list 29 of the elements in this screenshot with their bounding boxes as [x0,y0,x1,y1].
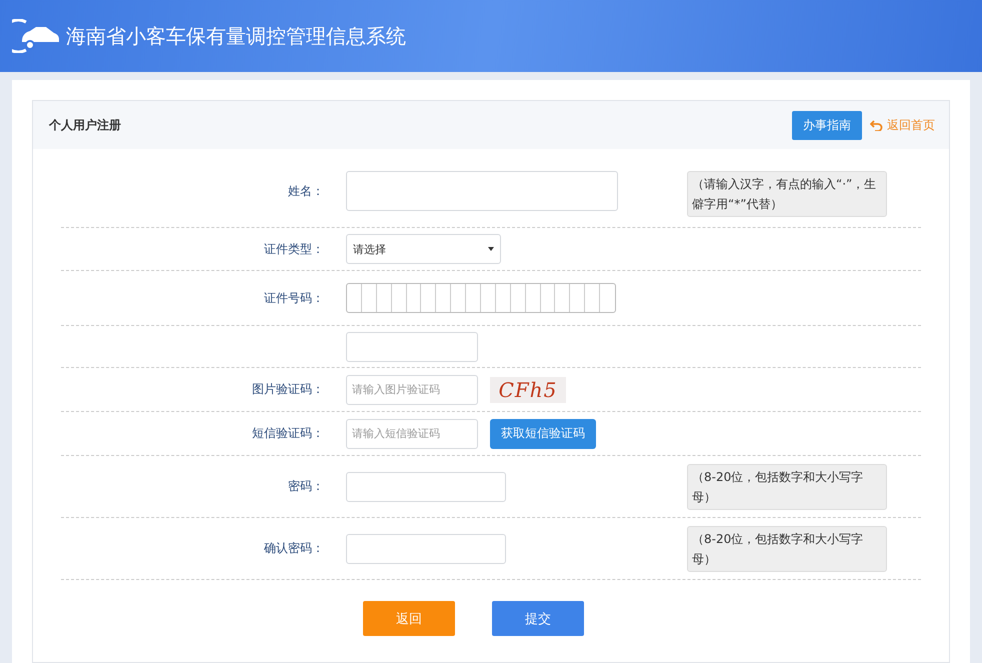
input-field[interactable] [346,171,618,211]
hint-text: （8-20位，包括数字和大小写字母） [687,526,887,572]
field-label: 图片验证码： [251,381,325,398]
field-label: 姓名： [287,183,325,200]
id-number-field[interactable] [346,283,616,313]
field-label: 确认密码： [263,540,325,557]
field-label: 证件号码： [263,290,325,306]
system-title: 海南省小客车保有量调控管理信息系统 [66,22,406,50]
input-field[interactable]: 请输入短信验证码 [346,418,478,448]
input-field[interactable] [346,332,478,362]
select-field[interactable]: 请选择 [346,234,501,264]
car-logo-icon [12,19,60,53]
back-button[interactable]: 返回 [363,601,455,636]
hint-text: （请输入汉字，有点的输入“·”，生僻字用“*”代替） [687,171,887,217]
password-field[interactable] [346,472,506,502]
sms-code-button[interactable]: 获取短信验证码 [490,418,596,448]
caret-icon [488,247,494,251]
guide-button[interactable]: 办事指南 [792,110,862,140]
captcha-image[interactable]: CFh5 [490,376,566,402]
field-label: 密码： [287,478,325,495]
submit-button[interactable]: 提交 [492,601,584,636]
field-label: 短信验证码： [251,425,325,442]
hint-text: （8-20位，包括数字和大小写字母） [687,464,887,510]
return-arrow-icon [870,120,883,130]
panel-title: 个人用户注册 [49,116,122,134]
home-link[interactable]: 返回首页 [870,116,935,134]
input-field[interactable]: 请输入图片验证码 [346,374,478,404]
password-field[interactable] [346,534,506,564]
field-label: 证件类型： [263,240,325,258]
